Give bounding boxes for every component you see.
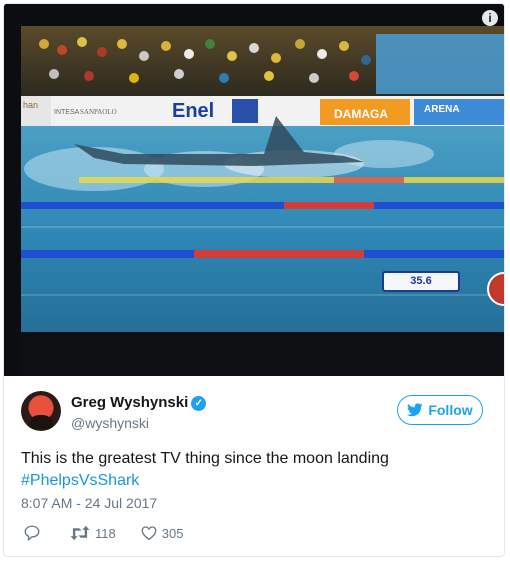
- like-count: 305: [161, 525, 184, 541]
- info-icon[interactable]: i: [482, 10, 498, 26]
- tweet-media-photo[interactable]: han INTESA SANPAOLO Enel DAMAGA ARENA 35…: [4, 4, 504, 376]
- sponsor-enel: Enel: [172, 100, 214, 122]
- hashtag-link[interactable]: #PhelpsVsShark: [21, 472, 139, 489]
- lane-rope-2: [21, 202, 504, 209]
- tweet-text: This is the greatest TV thing since the …: [21, 448, 481, 492]
- retweet-icon: [70, 525, 90, 541]
- tweet-body: This is the greatest TV thing since the …: [21, 450, 389, 467]
- reply-button[interactable]: [23, 524, 45, 542]
- author-name[interactable]: Greg Wyshynski: [71, 394, 188, 411]
- sponsor-han: han: [23, 100, 38, 110]
- heart-icon: [141, 526, 157, 541]
- sponsor-intesa: INTESA: [54, 109, 80, 116]
- tweet-timestamp[interactable]: 8:07 AM - 24 Jul 2017: [21, 495, 157, 511]
- avatar[interactable]: [21, 391, 61, 431]
- tweet-actions: 118 305: [23, 523, 207, 543]
- sponsor-sanpaolo: SANPAOLO: [80, 108, 117, 116]
- like-button[interactable]: 305: [140, 524, 184, 542]
- retweet-count: 118: [95, 525, 116, 541]
- sponsor-arena: ARENA: [424, 104, 460, 115]
- follow-button[interactable]: Follow: [397, 395, 483, 425]
- tweet-header: Greg Wyshynski ✓ @wyshynski Follow: [21, 391, 483, 435]
- follow-label: Follow: [428, 402, 473, 418]
- author-name-row[interactable]: Greg Wyshynski ✓: [71, 394, 207, 411]
- retweet-button[interactable]: 118: [69, 524, 116, 542]
- race-timer: 35.6: [382, 271, 460, 292]
- tv-screen-image: han INTESA SANPAOLO Enel DAMAGA ARENA: [4, 4, 504, 376]
- tweet-card: han INTESA SANPAOLO Enel DAMAGA ARENA 35…: [3, 3, 505, 557]
- lane-rope-1: [79, 177, 504, 183]
- verified-badge-icon: ✓: [191, 396, 207, 411]
- reply-icon: [24, 525, 40, 542]
- author-handle[interactable]: @wyshynski: [71, 415, 149, 431]
- sponsor-damaga: DAMAGA: [334, 107, 388, 121]
- twitter-bird-icon: [407, 403, 424, 417]
